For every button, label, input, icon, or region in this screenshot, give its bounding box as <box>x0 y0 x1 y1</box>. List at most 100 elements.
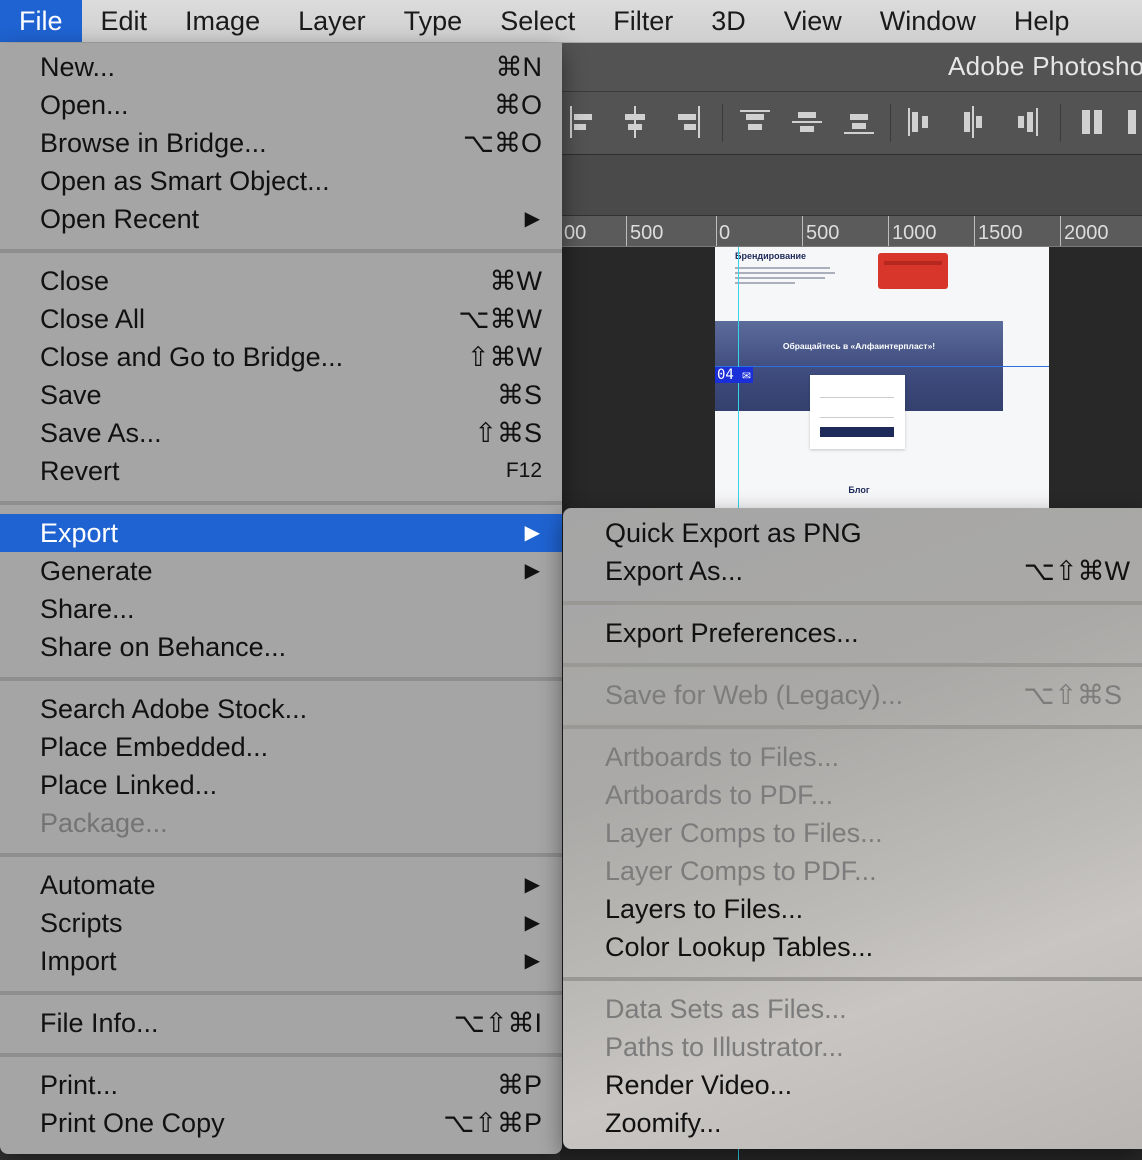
menu-window[interactable]: Window <box>861 0 995 42</box>
distribute-center-icon[interactable] <box>958 106 988 138</box>
menu-item-close-all[interactable]: Close All ⌥⌘W <box>0 300 562 338</box>
menu-item-label: Scripts <box>40 908 123 938</box>
menu-item-place-linked[interactable]: Place Linked... <box>0 766 562 804</box>
align-center-h-icon[interactable] <box>620 106 650 138</box>
menu-separator <box>0 501 562 505</box>
artboard-form <box>810 375 905 449</box>
options-bar <box>560 92 1142 155</box>
selection-tag: 04 ✉ <box>715 367 753 383</box>
options-separator <box>1060 104 1061 142</box>
menu-item-label: Automate <box>40 870 156 900</box>
ruler-label: 0 <box>719 222 731 244</box>
ruler-tick <box>1060 216 1061 246</box>
menu-filter[interactable]: Filter <box>594 0 692 42</box>
menu-item-label: Print... <box>40 1070 119 1100</box>
menu-item-shortcut: ⌘N <box>495 52 543 82</box>
menu-item-open-as-smart-object[interactable]: Open as Smart Object... <box>0 162 562 200</box>
menu-item-label: Export <box>40 518 119 548</box>
align-top-icon[interactable] <box>740 106 770 138</box>
menu-item-label: Artboards to PDF... <box>605 780 834 810</box>
menu-item-export-as[interactable]: Export As... ⌥⇧⌘W <box>563 552 1142 590</box>
menu-item-label: Close <box>40 266 110 296</box>
menu-item-label: Share... <box>40 594 135 624</box>
menu-item-label: Open... <box>40 90 129 120</box>
menu-item-quick-export-png[interactable]: Quick Export as PNG <box>563 514 1142 552</box>
menu-item-close[interactable]: Close ⌘W <box>0 262 562 300</box>
menu-item-shortcut: ⌘S <box>496 380 542 410</box>
menu-item-print-one-copy[interactable]: Print One Copy ⌥⇧⌘P <box>0 1104 562 1142</box>
menu-item-label: Browse in Bridge... <box>40 128 267 158</box>
menu-item-open-recent[interactable]: Open Recent ▶ <box>0 200 562 238</box>
ruler-label: 500 <box>806 222 840 244</box>
menu-item-label: Export Preferences... <box>605 618 859 648</box>
distribute-spacing-icon[interactable] <box>1080 106 1110 138</box>
align-left-icon[interactable] <box>570 106 600 138</box>
menu-item-browse-in-bridge[interactable]: Browse in Bridge... ⌥⌘O <box>0 124 562 162</box>
menu-item-export[interactable]: Export ▶ <box>0 514 562 552</box>
menu-item-search-adobe-stock[interactable]: Search Adobe Stock... <box>0 690 562 728</box>
ruler-tick <box>802 216 803 246</box>
artboard[interactable]: Брендирование Обращайтесь в «Алфаинтерпл… <box>715 247 1049 512</box>
distribute-right-icon[interactable] <box>1010 106 1040 138</box>
align-middle-v-icon[interactable] <box>792 106 822 138</box>
menu-item-file-info[interactable]: File Info... ⌥⇧⌘I <box>0 1004 562 1042</box>
menu-help[interactable]: Help <box>995 0 1089 42</box>
menu-item-label: Save for Web (Legacy)... <box>605 680 904 710</box>
menu-file[interactable]: File <box>0 0 82 42</box>
menu-item-generate[interactable]: Generate ▶ <box>0 552 562 590</box>
menu-item-layers-to-files[interactable]: Layers to Files... <box>563 890 1142 928</box>
menu-item-import[interactable]: Import ▶ <box>0 942 562 980</box>
align-right-icon[interactable] <box>670 106 700 138</box>
menu-item-color-lookup-tables[interactable]: Color Lookup Tables... <box>563 928 1142 966</box>
menu-item-close-and-go-to-bridge[interactable]: Close and Go to Bridge... ⇧⌘W <box>0 338 562 376</box>
menu-item-label: Generate <box>40 556 153 586</box>
menu-item-open[interactable]: Open... ⌘O <box>0 86 562 124</box>
ruler-label: 1500 <box>978 222 1023 244</box>
menu-3d[interactable]: 3D <box>692 0 765 42</box>
menu-item-label: Layers to Files... <box>605 894 804 924</box>
submenu-arrow-icon: ▶ <box>524 950 540 972</box>
menu-view[interactable]: View <box>765 0 861 42</box>
ruler-tick <box>716 216 717 246</box>
menu-item-automate[interactable]: Automate ▶ <box>0 866 562 904</box>
app-title: Adobe Photosho <box>948 51 1142 81</box>
menu-item-share[interactable]: Share... <box>0 590 562 628</box>
menu-item-label: Search Adobe Stock... <box>40 694 308 724</box>
mail-icon: ✉ <box>742 367 751 383</box>
ruler-label: 500 <box>630 222 664 244</box>
menu-item-shortcut: ⇧⌘W <box>466 342 542 372</box>
form-field <box>820 417 894 418</box>
menu-item-render-video[interactable]: Render Video... <box>563 1066 1142 1104</box>
menu-type[interactable]: Type <box>385 0 482 42</box>
menu-item-paths-to-illustrator: Paths to Illustrator... <box>563 1028 1142 1066</box>
menu-item-save[interactable]: Save ⌘S <box>0 376 562 414</box>
artboard-text-line <box>735 267 830 269</box>
menu-separator <box>0 853 562 857</box>
menu-item-label: Data Sets as Files... <box>605 994 847 1024</box>
menu-item-export-preferences[interactable]: Export Preferences... <box>563 614 1142 652</box>
menu-item-revert[interactable]: Revert F12 <box>0 452 562 490</box>
menu-layer[interactable]: Layer <box>279 0 385 42</box>
distribute-left-icon[interactable] <box>906 106 936 138</box>
menu-item-zoomify[interactable]: Zoomify... <box>563 1104 1142 1142</box>
menu-item-save-as[interactable]: Save As... ⇧⌘S <box>0 414 562 452</box>
menu-item-label: Export As... <box>605 556 744 586</box>
more-options-icon[interactable] <box>1128 106 1142 138</box>
menu-item-label: Layer Comps to PDF... <box>605 856 877 886</box>
document-tabs <box>560 155 1142 215</box>
menu-item-shortcut: ⌥⌘W <box>458 304 542 334</box>
align-bottom-icon[interactable] <box>844 106 874 138</box>
menu-edit[interactable]: Edit <box>82 0 167 42</box>
menu-item-label: Revert <box>40 456 120 486</box>
menu-select[interactable]: Select <box>481 0 594 42</box>
menu-item-share-on-behance[interactable]: Share on Behance... <box>0 628 562 666</box>
menu-item-print[interactable]: Print... ⌘P <box>0 1066 562 1104</box>
menu-item-scripts[interactable]: Scripts ▶ <box>0 904 562 942</box>
menu-item-new[interactable]: New... ⌘N <box>0 48 562 86</box>
menu-separator <box>563 663 1142 667</box>
menu-item-label: Package... <box>40 808 168 838</box>
menu-item-label: File Info... <box>40 1008 159 1038</box>
menu-item-place-embedded[interactable]: Place Embedded... <box>0 728 562 766</box>
submenu-arrow-icon: ▶ <box>524 912 540 934</box>
menu-image[interactable]: Image <box>166 0 279 42</box>
